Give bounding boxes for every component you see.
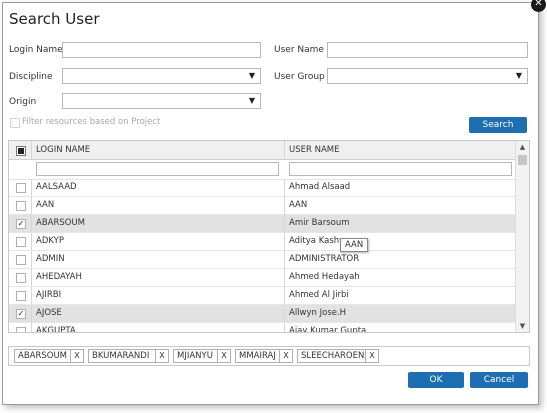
tag-label: ABARSOUM xyxy=(18,351,68,361)
table-row[interactable]: AKGUPTA Ajay Kumar Gupta xyxy=(9,323,516,333)
grid-scrollbar[interactable]: ▲ ▼ xyxy=(515,141,529,332)
login-name-cell: ADMIN xyxy=(36,254,65,264)
login-name-input[interactable] xyxy=(62,42,261,58)
tag-label: SLEECHAROEN xyxy=(301,351,365,361)
tag-item: ABARSOUM X xyxy=(14,349,84,363)
row-checkbox[interactable] xyxy=(16,273,26,283)
table-row[interactable]: AAN AAN xyxy=(9,197,516,215)
table-row[interactable]: ✓ ABARSOUM Amir Barsoum xyxy=(9,215,516,233)
tag-item: BKUMARANDI X xyxy=(88,349,169,363)
login-name-cell: AJOSE xyxy=(36,308,62,318)
remove-tag-icon[interactable]: X xyxy=(217,350,230,362)
login-name-filter-input[interactable] xyxy=(36,162,279,176)
row-checkbox[interactable]: ✓ xyxy=(16,309,26,319)
tag-label: MMAIRAJ xyxy=(239,351,276,361)
user-name-cell: Amir Barsoum xyxy=(289,218,350,228)
row-checkbox[interactable]: ✓ xyxy=(16,219,26,229)
cell-tooltip: AAN xyxy=(340,238,369,252)
search-button[interactable]: Search xyxy=(469,117,527,133)
column-header-login-name[interactable]: LOGIN NAME xyxy=(32,141,284,159)
scroll-thumb[interactable] xyxy=(518,155,527,165)
login-name-cell: AALSAAD xyxy=(36,182,77,192)
selected-users-tags: ABARSOUM X BKUMARANDI X MJIANYU X MMAIRA… xyxy=(8,346,530,366)
user-name-cell: Aditya Kashy xyxy=(289,236,345,246)
dialog-title: Search User xyxy=(9,10,100,28)
user-name-cell: AAN xyxy=(289,200,308,210)
tag-label: MJIANYU xyxy=(177,351,213,361)
cancel-button[interactable]: Cancel xyxy=(470,372,528,388)
row-checkbox[interactable] xyxy=(16,183,26,193)
scroll-up-icon[interactable]: ▲ xyxy=(516,141,529,153)
row-checkbox[interactable] xyxy=(16,237,26,247)
origin-select[interactable]: ▼ xyxy=(62,93,261,109)
user-name-cell: Ahmed Al Jirbi xyxy=(289,290,349,300)
tag-item: SLEECHAROEN X xyxy=(297,349,379,363)
chevron-down-icon: ▼ xyxy=(248,71,255,80)
login-name-cell: AKGUPTA xyxy=(36,326,76,333)
filter-project-label: Filter resources based on Project xyxy=(22,117,161,127)
user-group-label: User Group xyxy=(274,72,325,82)
table-row[interactable]: ADMIN ADMINISTRATOR xyxy=(9,251,516,269)
user-name-cell: Ahmad Alsaad xyxy=(289,182,351,192)
user-name-label: User Name xyxy=(274,45,324,55)
close-icon[interactable]: ✕ xyxy=(531,0,546,12)
ok-button[interactable]: OK xyxy=(408,372,464,388)
user-name-filter-input[interactable] xyxy=(289,162,512,176)
origin-label: Origin xyxy=(9,97,37,107)
login-name-label: Login Name xyxy=(9,45,63,55)
table-row[interactable]: AJIRBI Ahmed Al Jirbi xyxy=(9,287,516,305)
filter-project-checkbox[interactable] xyxy=(10,118,20,128)
login-name-cell: AHEDAYAH xyxy=(36,272,82,282)
user-grid: LOGIN NAME USER NAME AALSAAD Ahmad Alsaad… xyxy=(8,140,530,333)
remove-tag-icon[interactable]: X xyxy=(155,350,168,362)
discipline-label: Discipline xyxy=(9,72,53,82)
filter-row xyxy=(9,159,516,180)
row-checkbox[interactable] xyxy=(16,291,26,301)
user-name-cell: ADMINISTRATOR xyxy=(289,254,360,264)
tag-label: BKUMARANDI xyxy=(92,351,150,361)
discipline-select[interactable]: ▼ xyxy=(62,68,261,84)
table-row[interactable]: AHEDAYAH Ahmed Hedayah xyxy=(9,269,516,287)
remove-tag-icon[interactable]: X xyxy=(70,350,83,362)
column-header-user-name[interactable]: USER NAME xyxy=(285,141,516,159)
chevron-down-icon: ▼ xyxy=(515,71,522,80)
tag-item: MMAIRAJ X xyxy=(235,349,293,363)
search-user-dialog: ✕ Search User Login Name User Name Disci… xyxy=(2,0,546,405)
table-row[interactable]: ADKYP Aditya Kashy xyxy=(9,233,516,251)
grid-header: LOGIN NAME USER NAME xyxy=(9,141,516,160)
chevron-down-icon: ▼ xyxy=(248,96,255,105)
user-name-input[interactable] xyxy=(327,42,528,58)
login-name-cell: AAN xyxy=(36,200,55,210)
user-name-cell: Ahmed Hedayah xyxy=(289,272,360,282)
row-checkbox[interactable] xyxy=(16,201,26,211)
user-name-cell: Ajay Kumar Gupta xyxy=(289,326,367,333)
remove-tag-icon[interactable]: X xyxy=(365,350,378,362)
user-group-select[interactable]: ▼ xyxy=(327,68,528,84)
row-checkbox[interactable] xyxy=(16,327,26,332)
table-row[interactable]: ✓ AJOSE Allwyn Jose.H xyxy=(9,305,516,323)
tag-item: MJIANYU X xyxy=(173,349,231,363)
row-checkbox[interactable] xyxy=(16,255,26,265)
table-row[interactable]: AALSAAD Ahmad Alsaad xyxy=(9,179,516,197)
scroll-down-icon[interactable]: ▼ xyxy=(516,320,529,332)
login-name-cell: ADKYP xyxy=(36,236,64,246)
login-name-cell: ABARSOUM xyxy=(36,218,86,228)
login-name-cell: AJIRBI xyxy=(36,290,62,300)
remove-tag-icon[interactable]: X xyxy=(279,350,292,362)
select-all-checkbox[interactable] xyxy=(16,146,26,156)
user-name-cell: Allwyn Jose.H xyxy=(289,308,347,318)
